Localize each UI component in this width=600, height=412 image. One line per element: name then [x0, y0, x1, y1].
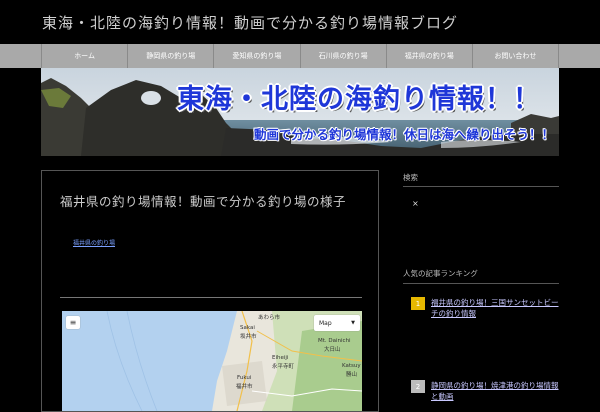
- map-label: 坂井市: [240, 334, 257, 340]
- article-title: 福井県の釣り場情報！動画で分かる釣り場の様子: [60, 194, 347, 209]
- nav-item-fukui[interactable]: 福井県の釣り場: [387, 44, 473, 68]
- close-icon[interactable]: ×: [412, 199, 419, 208]
- map-label: 勝山: [346, 372, 358, 378]
- map-label: Eiheiji: [272, 355, 289, 361]
- map-label: 永平寺町: [272, 364, 295, 370]
- popular-item-link[interactable]: 静岡県の釣り場！焼津港の釣り場情報と動画: [431, 380, 561, 402]
- header-banner[interactable]: 東海・北陸の海釣り情報！！ 動画で分かる釣り場情報！休日は海へ繰り出そう！！: [41, 68, 559, 156]
- map-label: あわら市: [258, 315, 281, 321]
- popular-item-link[interactable]: 福井県の釣り場！三国サンセットビーチの釣り情報: [431, 297, 561, 319]
- map-label: Fukui: [237, 375, 252, 381]
- popular-heading: 人気の記事ランキング: [403, 269, 478, 278]
- search-heading: 検索: [403, 173, 418, 182]
- sidebar-divider: [403, 283, 559, 284]
- map-label: Mt. Dainichi: [318, 338, 351, 344]
- nav-item-shizuoka[interactable]: 静岡県の釣り場: [128, 44, 215, 68]
- map-type-select[interactable]: Map ▼: [314, 315, 360, 331]
- map-label: 大日山: [324, 347, 341, 353]
- rank-badge: 1: [411, 297, 425, 310]
- divider: [60, 297, 362, 298]
- embedded-map[interactable]: ≡ Map ▼ あわら市 Sakai 坂井市 Mt. Dainichi 大日山 …: [62, 311, 362, 411]
- map-label: 福井市: [236, 384, 253, 390]
- article-card: 福井県の釣り場情報！動画で分かる釣り場の様子 福井県の釣り場 ≡ Map ▼ あ…: [41, 170, 379, 412]
- nav-item-aichi[interactable]: 愛知県の釣り場: [214, 44, 301, 68]
- popular-item[interactable]: 2 静岡県の釣り場！焼津港の釣り場情報と動画: [411, 380, 561, 402]
- banner-title: 東海・北陸の海釣り情報！！: [177, 84, 541, 115]
- map-type-label: Map: [319, 319, 332, 327]
- map-label: Sakai: [240, 325, 255, 331]
- nav-item-ishikawa[interactable]: 石川県の釣り場: [301, 44, 387, 68]
- map-menu-icon[interactable]: ≡: [66, 316, 80, 329]
- chevron-down-icon: ▼: [351, 320, 355, 326]
- map-label: Katsuy: [342, 363, 361, 369]
- banner-subtitle: 動画で分かる釣り場情報！休日は海へ繰り出そう！！: [254, 127, 555, 142]
- rank-badge: 2: [411, 380, 425, 393]
- nav-item-contact[interactable]: お問い合わせ: [473, 44, 560, 68]
- sidebar-divider: [403, 186, 559, 187]
- global-nav: ホーム 静岡県の釣り場 愛知県の釣り場 石川県の釣り場 福井県の釣り場 お問い合…: [0, 44, 600, 68]
- nav-item-home[interactable]: ホーム: [41, 44, 129, 68]
- popular-item[interactable]: 1 福井県の釣り場！三国サンセットビーチの釣り情報: [411, 297, 561, 327]
- article-category-link[interactable]: 福井県の釣り場: [73, 238, 115, 247]
- site-title[interactable]: 東海・北陸の海釣り情報！動画で分かる釣り場情報ブログ: [42, 12, 458, 33]
